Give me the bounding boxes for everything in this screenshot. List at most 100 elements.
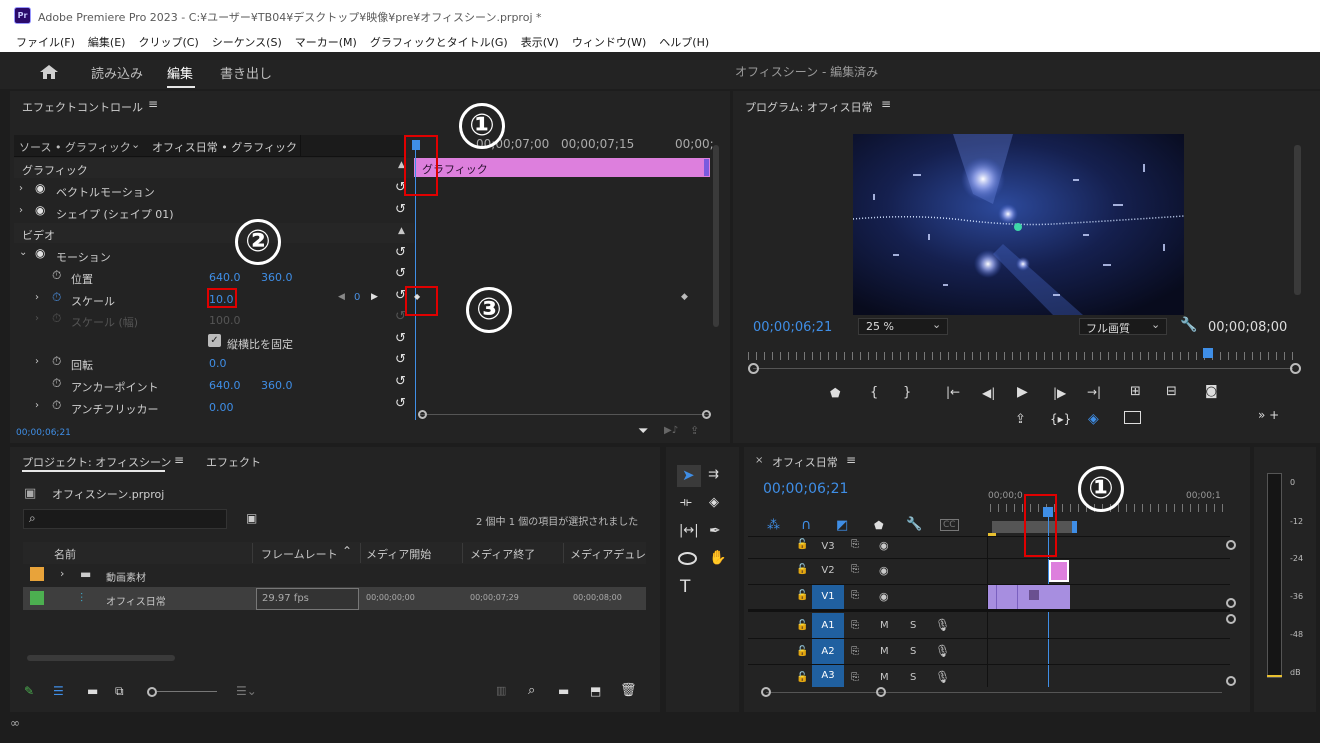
ellipse-tool-icon[interactable]	[678, 552, 697, 565]
col-media-start[interactable]: メディア開始	[366, 546, 431, 562]
mark-out-icon[interactable]: }	[903, 385, 911, 400]
uniform-scale-checkbox[interactable]: ✓	[208, 334, 221, 347]
wrench-icon[interactable]: 🔧	[906, 517, 922, 532]
lift-icon[interactable]: ⊞	[1130, 384, 1141, 399]
timeline-hscroll-track[interactable]	[766, 692, 1222, 693]
prop-flicker-value[interactable]: 0.00	[209, 401, 234, 414]
vscroll-handle[interactable]	[1226, 540, 1236, 550]
expand-arrow-icon[interactable]: ›	[35, 356, 39, 367]
expand-arrow-icon[interactable]: ›	[19, 205, 23, 216]
monitor-ruler[interactable]	[748, 352, 1298, 360]
prop-anchor-y[interactable]: 360.0	[261, 379, 293, 392]
source-label[interactable]: ソース • グラフィック	[19, 139, 131, 155]
row-name[interactable]: オフィス日常	[106, 593, 166, 608]
safe-margins-icon[interactable]	[1124, 411, 1141, 424]
collapse-up-icon[interactable]: ▲	[398, 226, 405, 236]
tab-import[interactable]: 読み込み	[91, 63, 143, 82]
keyframe-icon[interactable]: ◆	[681, 292, 688, 302]
mute-button[interactable]: M	[880, 620, 889, 631]
ec-timecode[interactable]: 00;00;06;21	[16, 428, 71, 438]
expand-arrow-icon[interactable]: ›	[35, 313, 39, 324]
expand-arrow-icon[interactable]: ›	[19, 183, 23, 194]
menu-edit[interactable]: 編集(E)	[88, 34, 126, 50]
pencil-icon[interactable]: ✎	[24, 684, 34, 698]
panel-menu-icon[interactable]: ≡	[148, 97, 158, 111]
stopwatch-active-icon[interactable]: ⏱	[52, 290, 61, 305]
add-button-icon[interactable]: » +	[1258, 408, 1279, 422]
menu-help[interactable]: ヘルプ(H)	[659, 34, 709, 50]
label-color-swatch[interactable]	[30, 567, 44, 581]
add-keyframe-icon[interactable]: 0	[354, 292, 360, 303]
step-back-icon[interactable]: ◀|	[982, 386, 995, 400]
lock-icon[interactable]: 🔓	[796, 672, 808, 683]
prop-position-y[interactable]: 360.0	[261, 271, 293, 284]
menu-marker[interactable]: マーカー(M)	[295, 34, 357, 50]
tab-edit[interactable]: 編集	[167, 63, 193, 82]
effect-shape[interactable]: シェイプ (シェイプ 01)	[56, 206, 174, 222]
col-media-duration[interactable]: メディアデュレー	[570, 546, 646, 562]
graphic-clip-v2[interactable]	[1049, 560, 1069, 582]
expand-arrow-icon[interactable]: ›	[60, 567, 64, 580]
ec-vertical-scrollbar[interactable]	[713, 145, 719, 327]
reset-icon[interactable]: ↺	[395, 331, 406, 346]
hscroll-left[interactable]	[761, 687, 771, 697]
eye-icon[interactable]: ◉	[879, 590, 889, 603]
project-hscrollbar[interactable]	[27, 655, 175, 661]
export-icon[interactable]: ⇪	[690, 424, 699, 437]
reset-icon[interactable]: ↺	[395, 352, 406, 367]
stopwatch-icon[interactable]: ⏱	[52, 311, 61, 326]
sort-icon[interactable]: ☰⌄	[236, 684, 257, 698]
new-search-bin-icon[interactable]: ▣	[246, 511, 257, 525]
trim-icon[interactable]: {▸}	[1050, 412, 1071, 426]
list-view-icon[interactable]: ☰	[53, 684, 64, 698]
tab-export[interactable]: 書き出し	[220, 63, 272, 82]
comparison-view-icon[interactable]: ◈	[1088, 411, 1099, 427]
lock-icon[interactable]: 🔓	[796, 564, 808, 575]
lock-icon[interactable]: 🔓	[796, 590, 808, 601]
captions-icon[interactable]: CC	[940, 519, 959, 531]
extract-icon[interactable]: ⊟	[1166, 384, 1177, 399]
next-keyframe-icon[interactable]: ▶	[371, 292, 378, 302]
linked-selection-icon[interactable]: ◩	[836, 518, 848, 533]
program-title[interactable]: プログラム: オフィス日常	[745, 99, 873, 115]
timeline-title[interactable]: オフィス日常	[772, 454, 838, 470]
eye-icon[interactable]: ◉	[35, 246, 45, 260]
step-forward-icon[interactable]: |▶	[1053, 386, 1066, 400]
monitor-zoom-track[interactable]	[753, 368, 1293, 369]
icon-view-icon[interactable]: ▬	[87, 684, 98, 698]
vscroll-handle[interactable]	[1226, 614, 1236, 624]
stopwatch-icon[interactable]: ⏱	[52, 354, 61, 369]
column-divider[interactable]	[252, 543, 253, 563]
clip-end-handle[interactable]	[704, 159, 709, 176]
creative-cloud-icon[interactable]: ∞	[10, 716, 20, 730]
sync-lock-icon[interactable]: ⎘	[851, 590, 859, 601]
panel-menu-icon[interactable]: ≡	[881, 97, 891, 111]
program-video-frame[interactable]	[853, 134, 1184, 315]
mute-button[interactable]: M	[880, 646, 889, 657]
monitor-playhead[interactable]	[1203, 348, 1213, 358]
prev-keyframe-icon[interactable]: ◀	[338, 292, 345, 302]
ec-zoom-handle-left[interactable]	[418, 410, 427, 419]
track-a2[interactable]: A2	[812, 639, 844, 664]
close-icon[interactable]: ×	[755, 455, 763, 466]
hscroll-right[interactable]	[876, 687, 886, 697]
clip-label[interactable]: オフィス日常 • グラフィック	[152, 139, 297, 155]
effect-vector-motion[interactable]: ベクトルモーション	[56, 184, 155, 200]
camera-icon[interactable]: ◙	[1205, 384, 1218, 399]
add-marker-icon[interactable]: ⬟	[874, 519, 884, 532]
solo-button[interactable]: S	[910, 646, 916, 657]
mark-in-icon[interactable]: {	[870, 385, 878, 400]
menu-window[interactable]: ウィンドウ(W)	[572, 34, 646, 50]
stopwatch-icon[interactable]: ⏱	[52, 376, 61, 391]
tab-project[interactable]: プロジェクト: オフィスシーン	[22, 454, 171, 470]
prop-rotation-value[interactable]: 0.0	[209, 357, 227, 370]
expand-arrow-icon[interactable]: ›	[35, 292, 39, 303]
reset-icon[interactable]: ↺	[395, 374, 406, 389]
zoom-slider-handle[interactable]	[147, 687, 157, 697]
menu-view[interactable]: 表示(V)	[521, 34, 559, 50]
lock-icon[interactable]: 🔓	[796, 539, 808, 550]
reset-icon[interactable]: ↺	[395, 245, 406, 260]
solo-button[interactable]: S	[910, 620, 916, 631]
chevron-down-icon[interactable]: ⌄	[131, 138, 140, 151]
reset-icon[interactable]: ↺	[395, 396, 406, 411]
